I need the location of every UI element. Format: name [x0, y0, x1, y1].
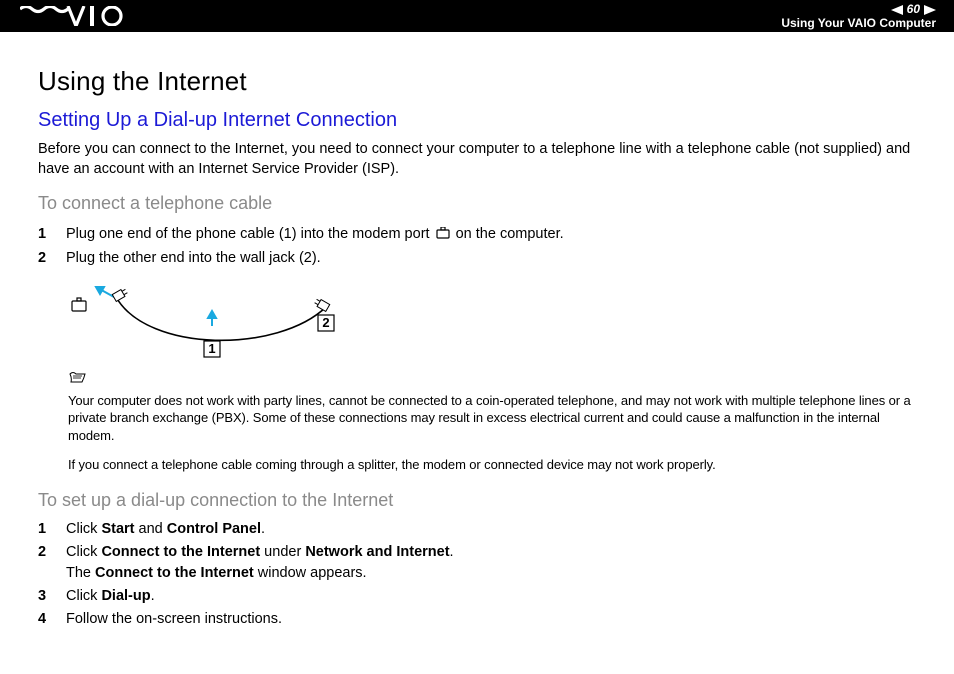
vaio-logo	[20, 0, 128, 32]
step-number: 4	[38, 609, 50, 630]
note-paragraph-1: Your computer does not work with party l…	[68, 392, 916, 445]
subsection-a-title: To connect a telephone cable	[38, 193, 916, 214]
step-text: Follow the on-screen instructions.	[66, 609, 916, 630]
header-section-title: Using Your VAIO Computer	[781, 17, 936, 30]
step-number: 3	[38, 586, 50, 607]
list-item: 2 Click Connect to the Internet under Net…	[38, 542, 916, 584]
list-item: 1 Plug one end of the phone cable (1) int…	[38, 224, 916, 246]
nav-prev-icon[interactable]	[891, 5, 903, 15]
step-text: Click Dial-up.	[66, 586, 916, 607]
list-item: 1 Click Start and Control Panel.	[38, 519, 916, 540]
diagram-label-1: 1	[208, 341, 215, 356]
steps-a: 1 Plug one end of the phone cable (1) int…	[38, 224, 916, 269]
intro-text: Before you can connect to the Internet, …	[38, 140, 916, 179]
header-bar: 60 Using Your VAIO Computer	[0, 0, 954, 32]
page-nav: 60	[891, 3, 936, 16]
list-item: 2 Plug the other end into the wall jack (…	[38, 248, 916, 269]
steps-b: 1 Click Start and Control Panel. 2 Click Co…	[38, 519, 916, 630]
list-item: 3 Click Dial-up.	[38, 586, 916, 607]
note-block: Your computer does not work with party l…	[68, 371, 916, 474]
diagram-label-2: 2	[322, 315, 329, 330]
step-number: 1	[38, 519, 50, 540]
step-text: Click Connect to the Internet under Netw…	[66, 542, 916, 584]
step-text: Click Start and Control Panel.	[66, 519, 916, 540]
modem-port-icon	[436, 225, 450, 246]
cable-diagram: 1 2	[68, 283, 388, 363]
subsection-b-title: To set up a dial-up connection to the In…	[38, 490, 916, 511]
page-title: Using the Internet	[38, 66, 916, 97]
nav-next-icon[interactable]	[924, 5, 936, 15]
note-icon	[68, 371, 916, 390]
page-number: 60	[907, 3, 920, 16]
page-content: Using the Internet Setting Up a Dial-up …	[0, 32, 954, 630]
step-number: 2	[38, 248, 50, 269]
step-number: 2	[38, 542, 50, 563]
header-right: 60 Using Your VAIO Computer	[781, 2, 936, 29]
step-number: 1	[38, 224, 50, 245]
note-paragraph-2: If you connect a telephone cable coming …	[68, 456, 916, 474]
section-title: Setting Up a Dial-up Internet Connection	[38, 109, 916, 132]
list-item: 4 Follow the on-screen instructions.	[38, 609, 916, 630]
step-text: Plug one end of the phone cable (1) into…	[66, 224, 916, 246]
step-text: Plug the other end into the wall jack (2…	[66, 248, 916, 269]
